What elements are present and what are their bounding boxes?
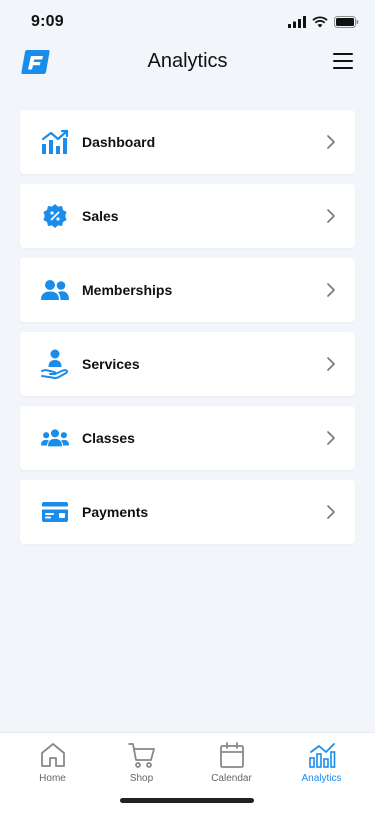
chevron-right-icon xyxy=(327,431,335,445)
analytics-menu-list: Dashboard Sales Memberships Services Cla… xyxy=(20,110,355,554)
tab-analytics[interactable]: Analytics xyxy=(275,733,368,793)
menu-line xyxy=(333,60,353,62)
wifi-icon xyxy=(312,16,328,28)
calendar-icon xyxy=(219,742,244,768)
signal-icon xyxy=(288,16,306,28)
menu-item-label: Dashboard xyxy=(82,134,156,150)
app-header: Analytics xyxy=(0,44,375,80)
sales-badge-icon xyxy=(41,202,69,230)
menu-item-label: Sales xyxy=(82,208,119,224)
service-hand-icon xyxy=(41,349,69,379)
menu-line xyxy=(333,67,353,69)
tab-home[interactable]: Home xyxy=(6,733,99,793)
page-title: Analytics xyxy=(147,50,228,72)
menu-item-memberships[interactable]: Memberships xyxy=(20,258,355,322)
card-icon xyxy=(41,498,69,526)
battery-icon xyxy=(334,16,359,28)
tab-label: Calendar xyxy=(211,773,252,784)
chart-icon xyxy=(41,128,69,156)
chevron-right-icon xyxy=(327,135,335,149)
members-icon xyxy=(41,276,69,304)
tab-label: Analytics xyxy=(301,773,342,784)
tab-label: Shop xyxy=(129,773,154,784)
status-time: 9:09 xyxy=(31,13,64,30)
menu-item-services[interactable]: Services xyxy=(20,332,355,396)
chevron-right-icon xyxy=(327,209,335,223)
chevron-right-icon xyxy=(327,283,335,297)
hamburger-menu-button[interactable] xyxy=(333,53,355,71)
tab-calendar[interactable]: Calendar xyxy=(185,733,278,793)
tab-shop[interactable]: Shop xyxy=(95,733,188,793)
menu-item-dashboard[interactable]: Dashboard xyxy=(20,110,355,174)
menu-item-sales[interactable]: Sales xyxy=(20,184,355,248)
menu-item-label: Memberships xyxy=(82,282,173,298)
tab-label: Home xyxy=(39,773,66,784)
menu-item-classes[interactable]: Classes xyxy=(20,406,355,470)
status-bar: 9:09 xyxy=(0,0,375,44)
chevron-right-icon xyxy=(327,505,335,519)
status-icons xyxy=(288,15,359,29)
chevron-right-icon xyxy=(327,357,335,371)
menu-item-label: Classes xyxy=(82,430,135,446)
analytics-icon xyxy=(308,743,335,768)
home-icon xyxy=(40,743,65,767)
menu-item-label: Services xyxy=(82,356,140,372)
menu-item-label: Payments xyxy=(82,504,149,520)
home-indicator xyxy=(120,798,254,803)
menu-item-payments[interactable]: Payments xyxy=(20,480,355,544)
menu-line xyxy=(333,53,353,55)
group-icon xyxy=(41,424,69,452)
cart-icon xyxy=(127,743,155,768)
